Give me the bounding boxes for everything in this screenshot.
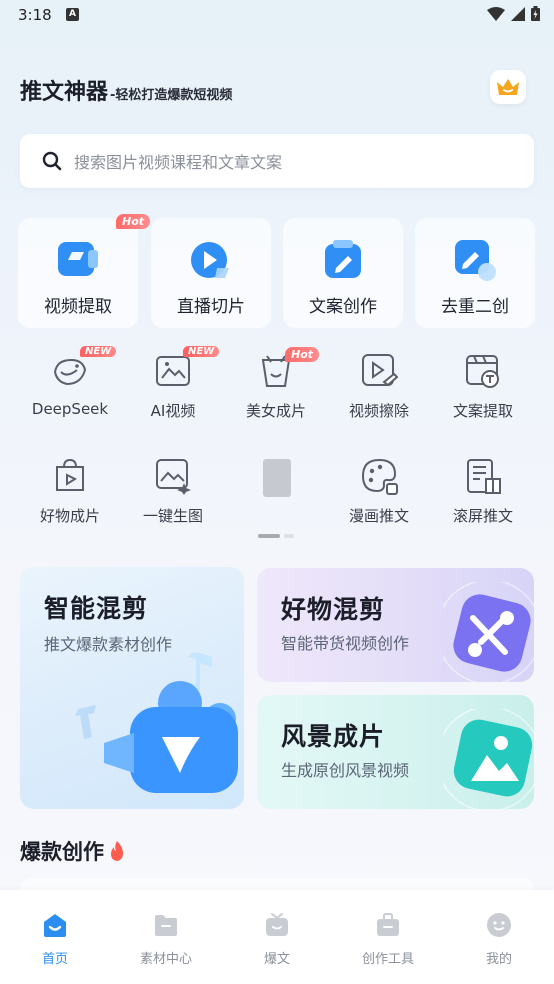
video-camera-illustration-icon <box>75 652 238 793</box>
page-indicator <box>258 534 296 538</box>
tile-label: 文案创作 <box>309 297 377 317</box>
deepseek-whale-icon <box>53 358 87 386</box>
new-badge: NEW <box>183 346 220 357</box>
bottom-tab-bar: 首页 素材中心 爆文 创作工具 我的 <box>0 890 554 984</box>
tool-label: 文案提取 <box>452 402 513 420</box>
toolbox-icon <box>377 913 399 936</box>
notification-a-icon: A <box>66 8 79 21</box>
folder-icon <box>155 915 177 936</box>
tile-dedupe-recreate[interactable]: 去重二创 <box>415 218 535 328</box>
crown-icon <box>497 79 519 95</box>
goods-film-icon <box>56 458 84 491</box>
tool-beauty-film[interactable]: 美女成片 <box>226 352 326 432</box>
tool-one-click-image[interactable]: 一键生图 <box>123 457 223 537</box>
fire-icon <box>111 841 123 861</box>
copy-extract-icon <box>466 355 499 388</box>
dedupe-recreate-icon <box>455 240 496 281</box>
tool-label: DeepSeek <box>31 400 109 418</box>
tile-live-clip[interactable]: 直播切片 <box>151 218 271 328</box>
tool-label: 一键生图 <box>142 507 203 525</box>
card-smart-mix[interactable]: 智能混剪 推文爆款素材创作 <box>20 567 244 809</box>
one-click-image-icon <box>156 459 191 495</box>
live-clip-icon <box>191 242 229 278</box>
tool-label: 视频擦除 <box>348 402 409 420</box>
tab-label: 首页 <box>41 952 68 967</box>
tool-label: 美女成片 <box>245 402 306 420</box>
tab-label: 素材中心 <box>139 952 192 967</box>
card-subtitle: 生成原创风景视频 <box>281 761 410 780</box>
copywriting-icon <box>325 240 361 278</box>
new-badge: NEW <box>80 346 117 357</box>
card-title: 风景成片 <box>281 722 386 751</box>
tool-label: AI视频 <box>150 402 196 420</box>
vip-button[interactable] <box>490 70 526 104</box>
app-slogan: -轻松打造爆款短视频 <box>110 88 233 103</box>
status-time: 3:18 <box>18 6 52 24</box>
tool-copy-extract[interactable]: 文案提取 <box>433 352 533 432</box>
tile-copywriting[interactable]: 文案创作 <box>283 218 403 328</box>
tile-label: 视频提取 <box>44 297 112 317</box>
signal-icon <box>511 6 525 21</box>
card-goods-mix[interactable]: 好物混剪 智能带货视频创作 <box>257 568 534 682</box>
section-title: 爆款创作 <box>20 836 126 866</box>
tile-label: 去重二创 <box>441 297 509 317</box>
video-extract-icon <box>58 242 98 276</box>
tab-profile[interactable]: 我的 <box>459 912 539 967</box>
hot-badge: Hot <box>285 347 320 362</box>
tv-icon <box>266 913 288 936</box>
home-icon <box>44 914 66 937</box>
tool-deepseek[interactable]: DeepSeek <box>20 352 120 432</box>
tab-material-center[interactable]: 素材中心 <box>126 912 206 967</box>
hot-badge: Hot <box>116 214 151 229</box>
tool-placeholder[interactable] <box>226 457 326 537</box>
tab-hot-articles[interactable]: 爆文 <box>237 912 317 967</box>
scissors-illustration-icon <box>443 582 534 682</box>
app-title: 推文神器 -轻松打造爆款短视频 <box>20 74 232 106</box>
landscape-illustration-icon <box>443 709 534 809</box>
tab-label: 我的 <box>485 952 512 967</box>
tile-video-extract[interactable]: 视频提取 <box>18 218 138 328</box>
system-icons <box>487 6 540 21</box>
tool-video-erase[interactable]: 视频擦除 <box>329 352 429 432</box>
tool-label: 好物成片 <box>39 507 100 525</box>
page-dot <box>284 534 294 538</box>
search-icon <box>42 151 62 171</box>
card-title: 好物混剪 <box>281 595 386 624</box>
tab-creation-tools[interactable]: 创作工具 <box>348 912 428 967</box>
tab-label: 创作工具 <box>361 952 414 967</box>
tool-ai-video[interactable]: AI视频 <box>123 352 223 432</box>
card-title: 智能混剪 <box>44 594 149 623</box>
wifi-icon <box>487 6 505 21</box>
search-bar[interactable]: 搜索图片视频课程和文章文案 <box>20 134 534 188</box>
battery-icon <box>531 6 540 21</box>
scroll-text-icon <box>467 459 501 494</box>
search-placeholder: 搜索图片视频课程和文章文案 <box>74 153 283 172</box>
ai-video-icon <box>156 356 190 386</box>
tool-placeholder-icon <box>263 459 291 497</box>
video-erase-icon <box>362 354 398 387</box>
app-name: 推文神器 <box>20 80 109 105</box>
tool-label: 滚屏推文 <box>452 507 513 525</box>
tab-home[interactable]: 首页 <box>15 912 95 967</box>
tile-label: 直播切片 <box>177 297 245 317</box>
section-title-text: 爆款创作 <box>20 840 104 864</box>
card-scenery[interactable]: 风景成片 生成原创风景视频 <box>257 695 534 809</box>
tab-label: 爆文 <box>263 952 290 967</box>
page-dot-active <box>258 534 280 538</box>
profile-face-icon <box>487 913 511 937</box>
tool-goods-film[interactable]: 好物成片 <box>20 457 120 537</box>
card-subtitle: 智能带货视频创作 <box>281 634 410 653</box>
tool-scroll-text[interactable]: 滚屏推文 <box>433 457 533 537</box>
tool-comic[interactable]: 漫画推文 <box>329 457 429 537</box>
comic-palette-icon <box>361 458 398 495</box>
tool-label: 漫画推文 <box>348 507 409 525</box>
status-bar: 3:18 A <box>0 0 554 32</box>
